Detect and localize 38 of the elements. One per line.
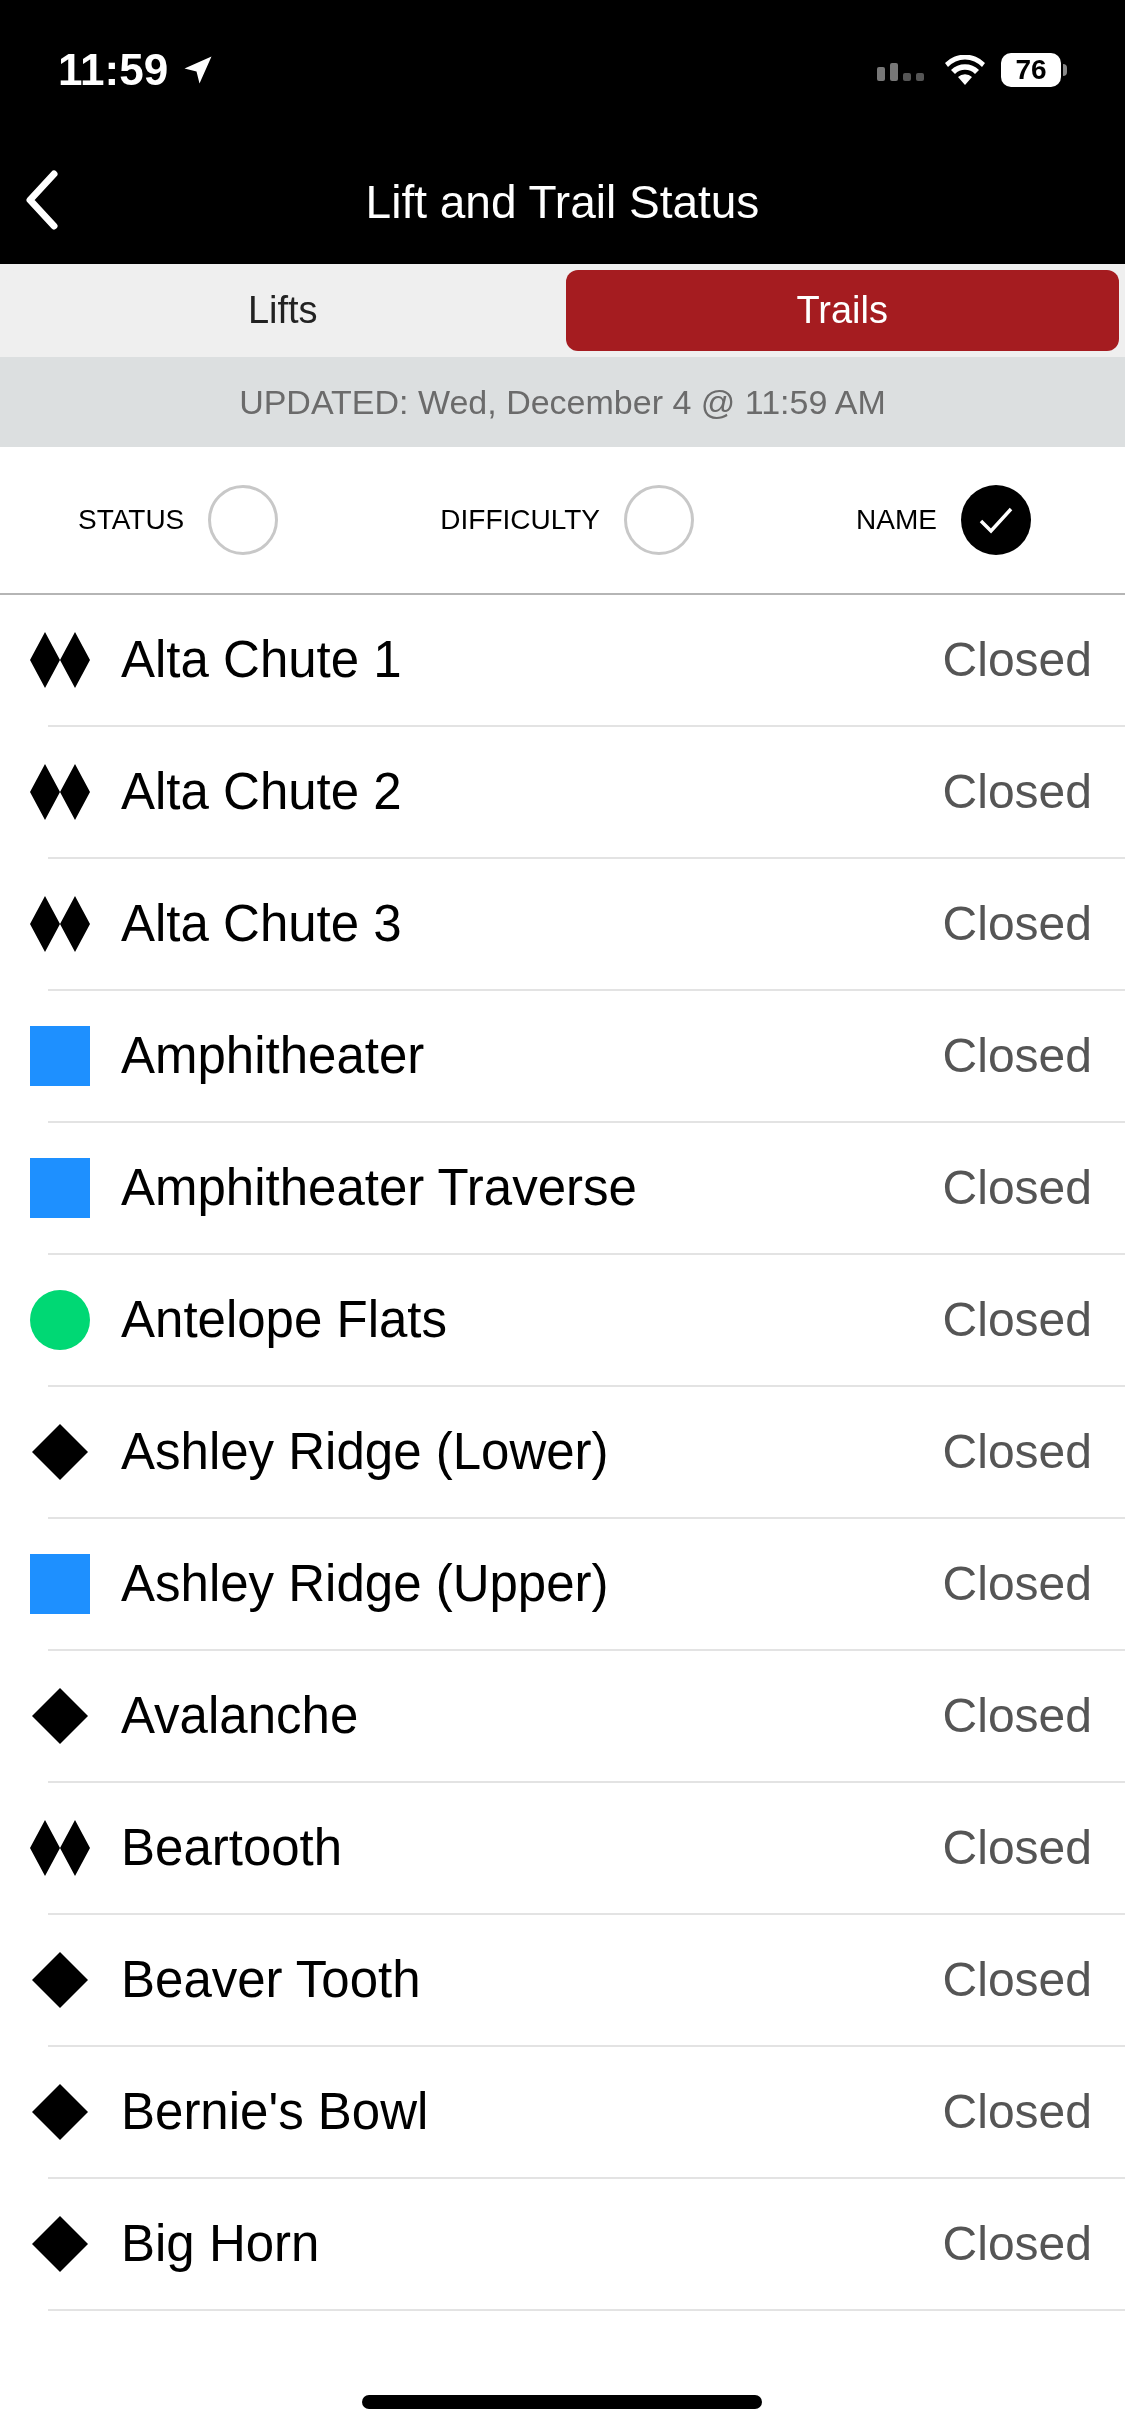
sort-label: DIFFICULTY <box>440 503 601 537</box>
trail-status: Closed <box>942 764 1092 820</box>
sort-label: STATUS <box>78 503 185 537</box>
screen-title: Lift and Trail Status <box>365 174 760 230</box>
trail-name: Beartooth <box>121 1817 343 1878</box>
trail-status: Closed <box>942 1688 1092 1744</box>
updated-text: UPDATED: Wed, December 4 @ 11:59 AM <box>239 381 886 423</box>
trail-name: Avalanche <box>121 1685 359 1746</box>
trail-status: Closed <box>942 1820 1092 1876</box>
trail-status: Closed <box>942 2084 1092 2140</box>
trail-name: Ashley Ridge (Upper) <box>121 1553 609 1614</box>
tab[interactable]: Trails <box>565 270 1119 351</box>
trail-name: Amphitheater <box>121 1025 425 1086</box>
trail-status: Closed <box>942 1952 1092 2008</box>
trail-status: Closed <box>942 2216 1092 2272</box>
status-time: 11:59 <box>58 44 169 96</box>
sort-label: NAME <box>856 503 937 537</box>
trail-name: Beaver Tooth <box>121 1949 421 2010</box>
trail-name: Big Horn <box>121 2213 320 2274</box>
trail-name: Alta Chute 2 <box>121 761 402 822</box>
trail-status: Closed <box>942 1028 1092 1084</box>
trail-name: Alta Chute 1 <box>121 629 402 690</box>
checkmark-icon <box>978 505 1014 535</box>
trail-name: Alta Chute 3 <box>121 893 402 954</box>
trail-status: Closed <box>942 1556 1092 1612</box>
trail-status: Closed <box>942 896 1092 952</box>
sort-radio[interactable] <box>624 485 695 555</box>
trail-name: Antelope Flats <box>121 1289 448 1350</box>
trail-status: Closed <box>942 1160 1092 1216</box>
trail-status: Closed <box>942 1424 1092 1480</box>
trail-name: Amphitheater Traverse <box>121 1157 637 1218</box>
trail-status: Closed <box>942 1292 1092 1348</box>
sort-radio[interactable] <box>208 485 279 555</box>
trail-name: Bernie's Bowl <box>121 2081 429 2142</box>
wifi-icon <box>945 55 985 85</box>
trail-status: Closed <box>942 632 1092 688</box>
back-icon[interactable] <box>24 170 60 230</box>
trail-name: Ashley Ridge (Lower) <box>121 1421 609 1482</box>
